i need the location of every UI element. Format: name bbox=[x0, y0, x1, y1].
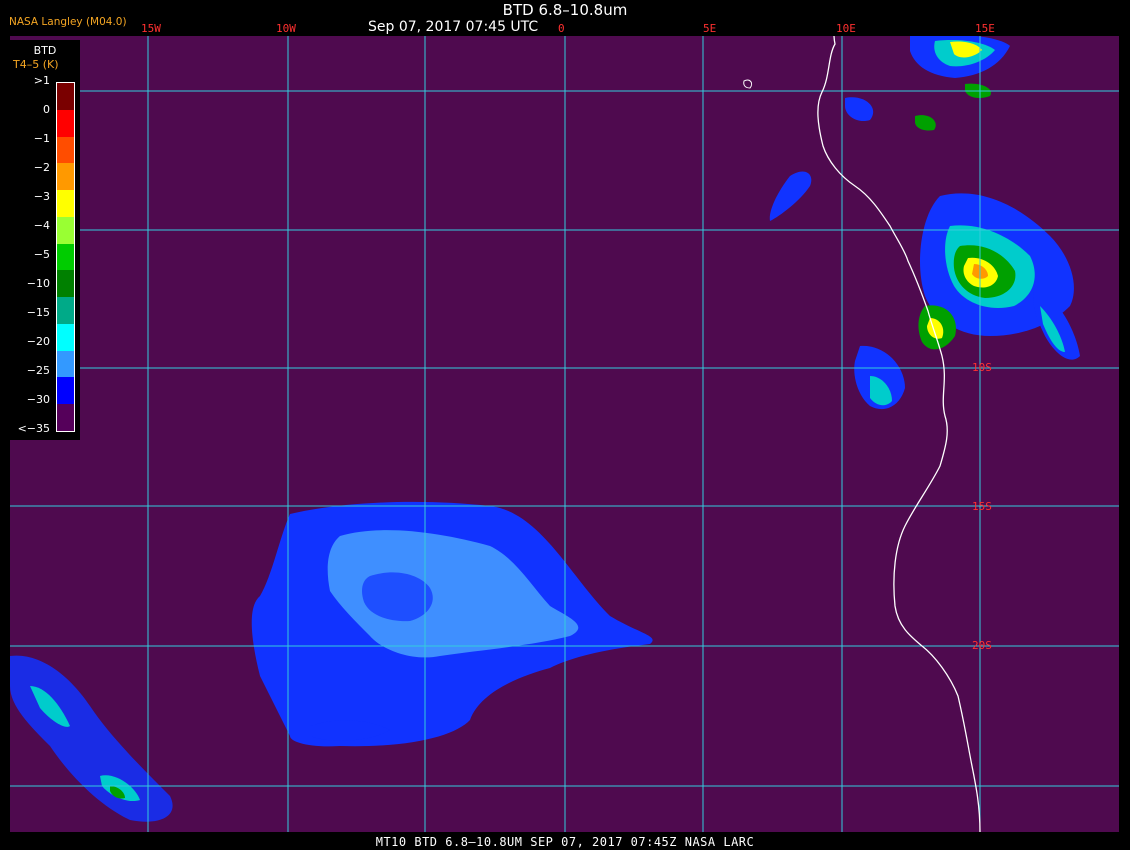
coastline-africa bbox=[743, 36, 981, 832]
legend-tick-label: −5 bbox=[33, 248, 50, 261]
legend-color-bar bbox=[56, 82, 75, 432]
lat-label-20s: 20S bbox=[972, 639, 992, 652]
map-date: Sep 07, 2017 07:45 UTC bbox=[368, 19, 539, 35]
legend-swatch bbox=[57, 136, 74, 164]
lat-label-10s: 10S bbox=[972, 361, 992, 374]
convection-angola bbox=[769, 36, 1080, 410]
legend-tick-label: −3 bbox=[33, 190, 50, 203]
satellite-map bbox=[10, 36, 1119, 832]
legend-tick-label: −30 bbox=[26, 393, 50, 406]
legend-tick-label: −20 bbox=[26, 335, 50, 348]
legend-tick-label: −15 bbox=[26, 306, 50, 319]
legend-tick-label: −4 bbox=[33, 219, 50, 232]
legend-swatch bbox=[57, 377, 74, 405]
plume-low-cloud bbox=[251, 501, 653, 747]
lon-label-15w: 15W bbox=[141, 22, 161, 35]
legend-swatch bbox=[57, 404, 74, 432]
legend-swatch bbox=[57, 350, 74, 378]
legend-tick-label: −25 bbox=[26, 364, 50, 377]
map-title: BTD 6.8–10.8um bbox=[502, 1, 628, 19]
legend-swatch bbox=[57, 270, 74, 298]
legend-swatch bbox=[57, 190, 74, 218]
lon-label-15e: 15E bbox=[975, 22, 995, 35]
lon-label-0: 0 bbox=[558, 22, 565, 35]
color-legend: BTD T4–5 (K) >1 0 −1 −2 −3 −4 −5 −10 −15 −20 −25 −3… bbox=[10, 40, 80, 440]
footer-caption: MT10 BTD 6.8–10.8UM SEP 07, 2017 07:45Z … bbox=[375, 835, 755, 849]
map-canvas bbox=[10, 36, 1119, 832]
graticule bbox=[10, 36, 1119, 832]
lon-label-5e: 5E bbox=[703, 22, 717, 35]
legend-swatch bbox=[57, 243, 74, 271]
legend-swatch bbox=[57, 297, 74, 325]
lon-label-10w: 10W bbox=[276, 22, 296, 35]
legend-tick-label: >1 bbox=[33, 74, 50, 87]
legend-tick-label: 0 bbox=[43, 103, 50, 116]
lon-label-10e: 10E bbox=[836, 22, 856, 35]
legend-tick-label: <−35 bbox=[17, 422, 50, 435]
legend-swatch bbox=[57, 323, 74, 352]
legend-swatch bbox=[57, 216, 74, 245]
legend-swatch bbox=[57, 163, 74, 191]
legend-tick-label: −2 bbox=[33, 161, 50, 174]
legend-title: BTD bbox=[33, 44, 57, 57]
legend-tick-label: −1 bbox=[33, 132, 50, 145]
legend-swatch bbox=[57, 83, 74, 111]
legend-swatch bbox=[57, 109, 74, 138]
lat-label-15s: 15S bbox=[972, 500, 992, 513]
legend-tick-label: −10 bbox=[26, 277, 50, 290]
legend-subtitle: T4–5 (K) bbox=[13, 58, 59, 71]
